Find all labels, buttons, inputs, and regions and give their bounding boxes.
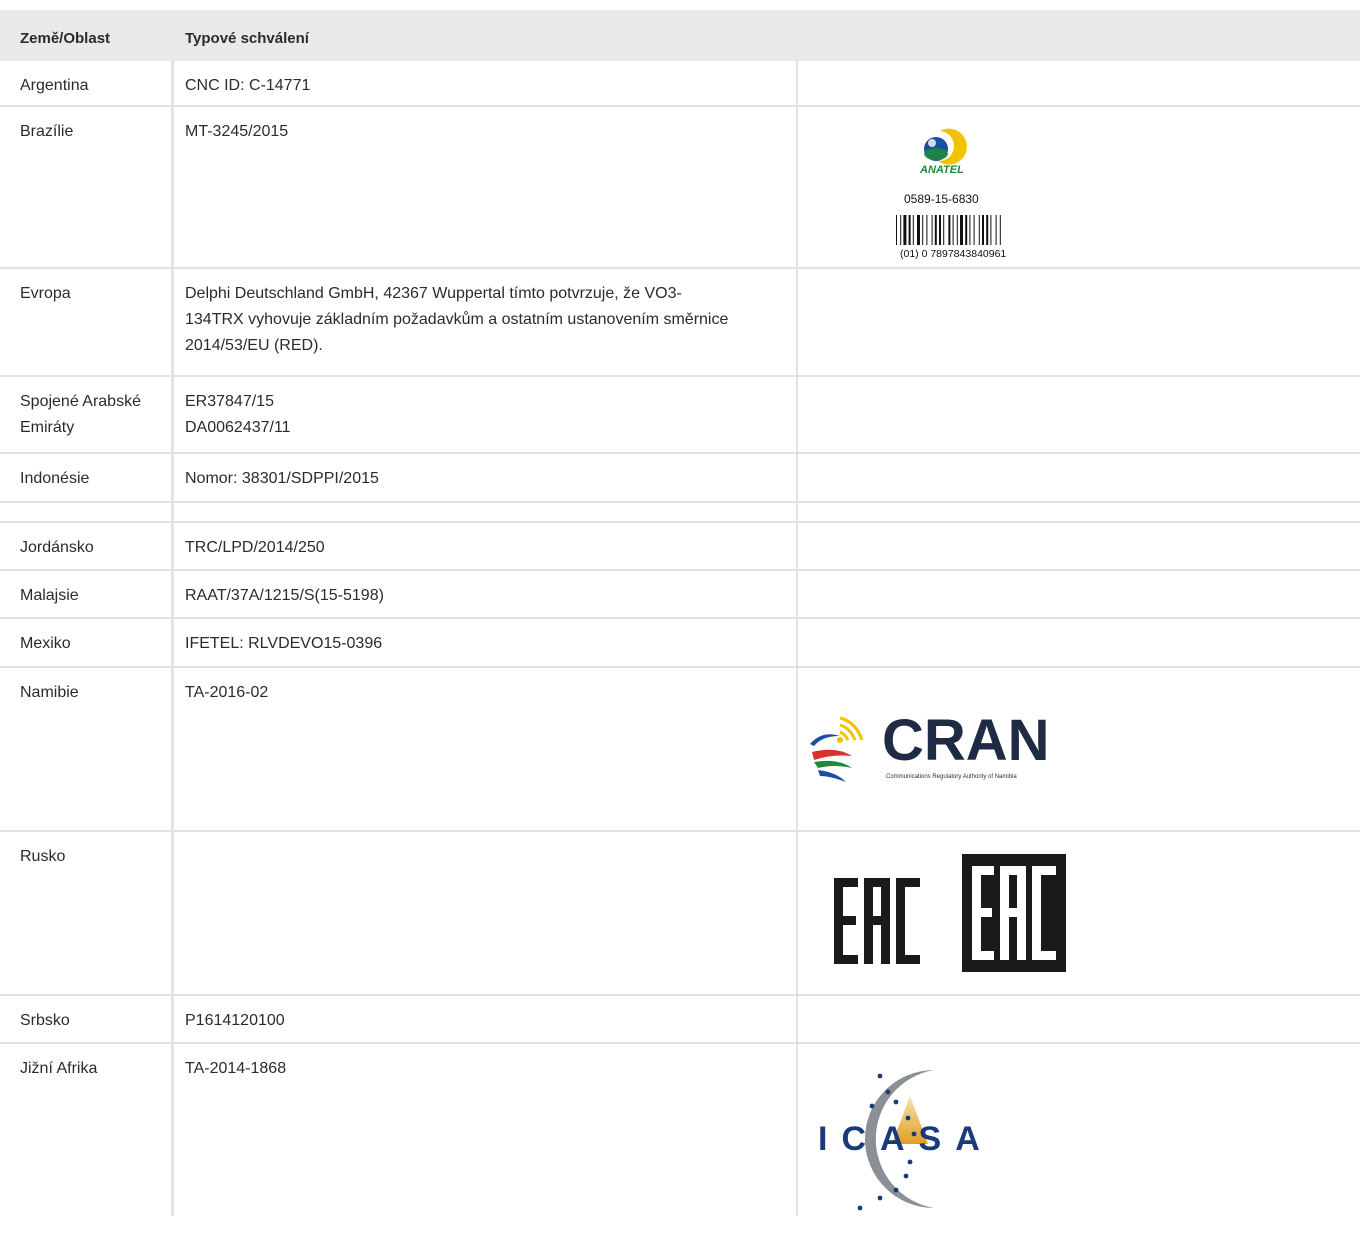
table-row: Argentina CNC ID: C-14771 [0, 61, 1360, 107]
header-approval: Typové schválení [185, 30, 309, 47]
table-row: Srbsko P1614120100 [0, 996, 1360, 1044]
approval-line: 2014/53/EU (RED). [185, 337, 323, 354]
icasa-logo: ICASA [810, 1066, 1010, 1212]
logo-cell [798, 571, 1360, 617]
cran-emblem-icon: CRAN Communications Regulatory Authority… [810, 708, 1050, 782]
type-approval-table: Země/Oblast Typové schválení Argentina C… [0, 10, 1360, 1216]
anatel-emblem-icon: ANATEL 0589-15-6830 (01) 0 7897843840961 [896, 128, 1006, 260]
logo-cell [798, 377, 1360, 452]
logo-cell [798, 269, 1360, 375]
svg-text:0589-15-6830: 0589-15-6830 [904, 192, 979, 206]
country-cell: Evropa [0, 269, 174, 375]
country-cell: Jižní Afrika [0, 1044, 174, 1216]
approval-line: P1614120100 [185, 1012, 285, 1029]
svg-text:CRAN: CRAN [882, 710, 1050, 773]
country-cell: Namibie [0, 668, 174, 830]
approval-line: TRC/LPD/2014/250 [185, 539, 325, 556]
country-cell: Rusko [0, 832, 174, 994]
logo-cell [798, 996, 1360, 1042]
logo-cell [798, 832, 1360, 994]
approval-line: IFETEL: RLVDEVO15-0396 [185, 635, 383, 652]
approval-line: TA-2014-1868 [185, 1060, 287, 1077]
approval-line: MT-3245/2015 [185, 123, 289, 140]
icasa-emblem-icon: ICASA [818, 1070, 994, 1211]
approval-line: RAAT/37A/1215/S(15-5198) [185, 587, 384, 604]
country-cell: Malajsie [0, 571, 174, 617]
logo-cell: CRAN Communications Regulatory Authority… [798, 668, 1360, 830]
country-cell: Spojené Arabské Emiráty [0, 377, 174, 452]
country-cell: Srbsko [0, 996, 174, 1042]
country-cell [0, 503, 174, 521]
table-row: Rusko [0, 832, 1360, 996]
country-line: Emiráty [20, 419, 75, 436]
approval-cell [174, 503, 798, 521]
header-country: Země/Oblast [20, 30, 111, 47]
approval-cell: TRC/LPD/2014/250 [174, 523, 798, 569]
eac-mark-icon [834, 854, 1066, 972]
approval-line: ER37847/15 [185, 393, 274, 410]
logo-cell [798, 61, 1360, 105]
table-row: Mexiko IFETEL: RLVDEVO15-0396 [0, 619, 1360, 668]
approval-cell: MT-3245/2015 [174, 107, 798, 267]
table-row: Jordánsko TRC/LPD/2014/250 [0, 523, 1360, 571]
approval-cell: Delphi Deutschland GmbH, 42367 Wuppertal… [174, 269, 798, 375]
svg-text:(01) 0 7897843840961: (01) 0 7897843840961 [900, 248, 1006, 260]
country-cell: Mexiko [0, 619, 174, 666]
svg-text:ICASA: ICASA [818, 1120, 994, 1158]
approval-cell: TA-2014-1868 [174, 1044, 798, 1216]
table-row: Namibie TA-2016-02 CRAN Communications R… [0, 668, 1360, 832]
table-row: Spojené Arabské Emiráty ER37847/15 DA006… [0, 377, 1360, 454]
country-cell: Jordánsko [0, 523, 174, 569]
approval-line: Delphi Deutschland GmbH, 42367 Wuppertal… [185, 285, 682, 302]
approval-cell: RAAT/37A/1215/S(15-5198) [174, 571, 798, 617]
cran-logo: CRAN Communications Regulatory Authority… [806, 708, 1106, 790]
svg-text:Communications Regulatory Auth: Communications Regulatory Authority of N… [886, 774, 1017, 780]
eac-marks [834, 854, 1074, 972]
approval-cell: P1614120100 [174, 996, 798, 1042]
approval-cell [174, 832, 798, 994]
approval-cell: IFETEL: RLVDEVO15-0396 [174, 619, 798, 666]
header-blank [798, 10, 1360, 61]
approval-line: CNC ID: C-14771 [185, 77, 311, 94]
country-cell: Argentina [0, 61, 174, 105]
logo-cell [798, 619, 1360, 666]
approval-cell: CNC ID: C-14771 [174, 61, 798, 105]
table-row: Brazílie MT-3245/2015 ANATEL 0589-15-683… [0, 107, 1360, 269]
country-line: Spojené Arabské [20, 393, 141, 410]
svg-text:ANATEL: ANATEL [919, 164, 964, 176]
country-cell: Indonésie [0, 454, 174, 501]
approval-cell: ER37847/15 DA0062437/11 [174, 377, 798, 452]
logo-cell [798, 454, 1360, 501]
approval-line: DA0062437/11 [185, 419, 291, 436]
logo-cell: ICASA [798, 1044, 1360, 1216]
logo-cell: ANATEL 0589-15-6830 (01) 0 7897843840961 [798, 107, 1360, 267]
table-row: Malajsie RAAT/37A/1215/S(15-5198) [0, 571, 1360, 619]
logo-cell [798, 503, 1360, 521]
logo-cell [798, 523, 1360, 569]
country-cell: Brazílie [0, 107, 174, 267]
table-header: Země/Oblast Typové schválení [0, 10, 1360, 61]
approval-line: 134TRX vyhovuje základním požadavkům a o… [185, 311, 729, 328]
table-row-empty [0, 503, 1360, 523]
anatel-logo: ANATEL 0589-15-6830 (01) 0 7897843840961 [874, 121, 1024, 261]
table-row: Jižní Afrika TA-2014-1868 ICASA [0, 1044, 1360, 1216]
approval-line: Nomor: 38301/SDPPI/2015 [185, 470, 379, 487]
approval-line: TA-2016-02 [185, 684, 269, 701]
approval-cell: Nomor: 38301/SDPPI/2015 [174, 454, 798, 501]
approval-cell: TA-2016-02 [174, 668, 798, 830]
table-row: Indonésie Nomor: 38301/SDPPI/2015 [0, 454, 1360, 503]
table-row: Evropa Delphi Deutschland GmbH, 42367 Wu… [0, 269, 1360, 377]
